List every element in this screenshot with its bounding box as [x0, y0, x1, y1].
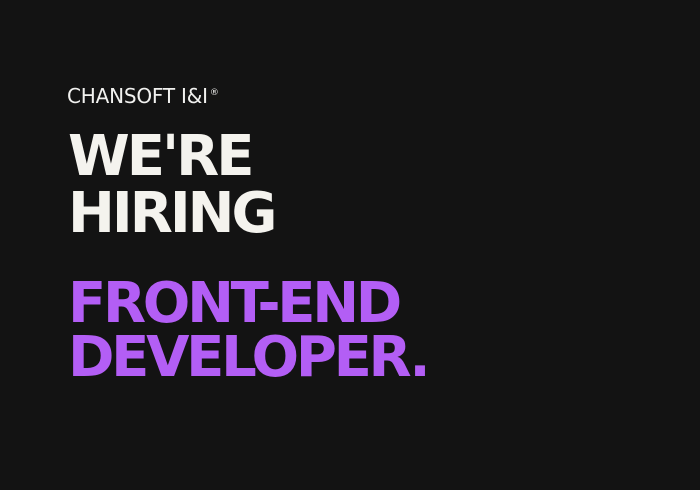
- hiring-headline: WE'RE HIRING: [68, 124, 277, 246]
- company-name-text: CHANSOFT I&I: [67, 84, 208, 108]
- job-title-line-2: DEVELOPER.: [68, 325, 431, 390]
- company-name: CHANSOFT I&I ®: [67, 84, 219, 108]
- registered-mark: ®: [209, 88, 219, 98]
- headline-line-1: WE'RE: [68, 124, 255, 189]
- headline-line-2: HIRING: [68, 181, 277, 246]
- job-title-line-1: FRONT-END: [68, 271, 402, 336]
- job-title: FRONT-END DEVELOPER.: [68, 271, 431, 390]
